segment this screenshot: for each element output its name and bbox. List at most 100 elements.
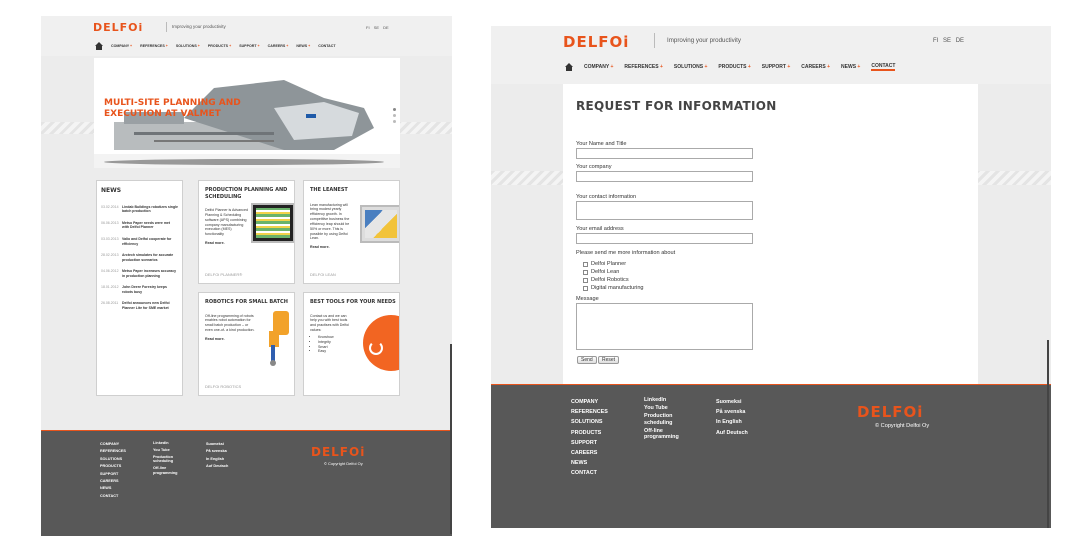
nav-references[interactable]: REFERENCES: [140, 44, 168, 48]
checkbox[interactable]: [583, 261, 588, 267]
footer-link[interactable]: You Tube: [153, 448, 183, 453]
news-item[interactable]: 03.03.2013 Valio and Delfoi cooperate for…: [101, 237, 178, 246]
news-title[interactable]: Metso Paper increases accuracy in produc…: [122, 269, 178, 278]
footer-link[interactable]: NEWS: [100, 485, 126, 492]
checkbox[interactable]: [583, 269, 588, 275]
news-item[interactable]: 28.02.2013 Arctech simulates for accurate…: [101, 253, 178, 262]
footer-link[interactable]: På svenska: [716, 407, 748, 417]
footer-link[interactable]: Off-line programming: [153, 466, 183, 476]
lang-se[interactable]: SE: [374, 25, 379, 30]
footer-link[interactable]: Auf Deutsch: [206, 463, 228, 470]
news-item[interactable]: 26.08.2011 Delfoi announces new Delfoi Pl…: [101, 301, 178, 310]
footer-link[interactable]: LinkedIn: [644, 397, 688, 403]
logo[interactable]: DELFOi: [93, 21, 143, 34]
email-input[interactable]: [576, 233, 753, 244]
news-title[interactable]: Arctech simulates for accurate productio…: [122, 253, 178, 262]
nav-products[interactable]: PRODUCTS: [208, 44, 231, 48]
reset-button[interactable]: Reset: [598, 356, 620, 364]
option-lean[interactable]: Delfoi Lean: [583, 269, 619, 275]
nav-careers[interactable]: CAREERS: [801, 64, 830, 70]
nav-company[interactable]: COMPANY: [584, 64, 613, 70]
message-textarea[interactable]: [576, 303, 753, 350]
nav-news[interactable]: NEWS: [296, 44, 310, 48]
footer-link[interactable]: PRODUCTS: [100, 463, 126, 470]
footer-link[interactable]: REFERENCES: [571, 407, 608, 417]
nav-news[interactable]: NEWS: [841, 64, 860, 70]
name-input[interactable]: [576, 148, 753, 159]
lang-de[interactable]: DE: [383, 25, 389, 30]
footer-link[interactable]: LinkedIn: [153, 441, 183, 446]
nav-contact[interactable]: CONTACT: [871, 63, 896, 71]
card-best-tools[interactable]: BEST TOOLS FOR YOUR NEEDS Contact us and…: [303, 292, 400, 396]
nav-solutions[interactable]: SOLUTIONS: [176, 44, 200, 48]
footer-link[interactable]: NEWS: [571, 458, 608, 468]
option-planner[interactable]: Delfoi Planner: [583, 261, 626, 267]
footer-link[interactable]: CONTACT: [571, 468, 608, 478]
footer-link[interactable]: In English: [206, 456, 228, 463]
footer-link[interactable]: Suomeksi: [206, 441, 228, 448]
checkbox[interactable]: [583, 285, 588, 291]
nav-support[interactable]: SUPPORT: [239, 44, 259, 48]
nav-careers[interactable]: CAREERS: [268, 44, 289, 48]
footer-link[interactable]: SOLUTIONS: [100, 456, 126, 463]
footer-link[interactable]: CAREERS: [571, 448, 608, 458]
nav-solutions[interactable]: SOLUTIONS: [674, 64, 707, 70]
footer-link[interactable]: Suomeksi: [716, 397, 748, 407]
option-digital-manufacturing[interactable]: Digital manufacturing: [583, 285, 644, 291]
scrollbar[interactable]: [1047, 340, 1049, 528]
nav-references[interactable]: REFERENCES: [624, 64, 663, 70]
news-item[interactable]: 18.01.2012 John Deere Forestry keeps robo…: [101, 285, 178, 294]
nav-contact[interactable]: CONTACT: [318, 44, 335, 48]
footer-link[interactable]: You Tube: [644, 405, 688, 411]
slider-dot[interactable]: [393, 114, 396, 117]
footer-link[interactable]: In English: [716, 417, 748, 427]
news-item[interactable]: 04.06.2012 Metso Paper increases accuracy…: [101, 269, 178, 278]
news-item[interactable]: 03.02.2014 Lindab Buildings robotizes sin…: [101, 205, 178, 214]
footer-link[interactable]: SUPPORT: [571, 438, 608, 448]
footer-link[interactable]: Auf Deutsch: [716, 428, 748, 438]
news-title[interactable]: Valio and Delfoi cooperate for efficienc…: [122, 237, 178, 246]
nav-support[interactable]: SUPPORT: [762, 64, 790, 70]
hero-slider[interactable]: MULTI-SITE PLANNING AND EXECUTION AT VAL…: [94, 58, 400, 168]
footer-link[interactable]: SOLUTIONS: [571, 417, 608, 427]
footer-link[interactable]: Production scheduling: [644, 413, 688, 425]
card-robotics[interactable]: ROBOTICS FOR SMALL BATCH Off-line progra…: [198, 292, 295, 396]
home-icon[interactable]: [95, 42, 103, 50]
footer-link[interactable]: CAREERS: [100, 478, 126, 485]
lang-de[interactable]: DE: [956, 38, 964, 44]
footer-link[interactable]: REFERENCES: [100, 448, 126, 455]
footer-link[interactable]: På svenska: [206, 448, 228, 455]
home-icon[interactable]: [565, 63, 573, 71]
footer-link[interactable]: COMPANY: [100, 441, 126, 448]
lang-se[interactable]: SE: [943, 38, 951, 44]
logo[interactable]: DELFOi: [563, 33, 629, 51]
slider-dot[interactable]: [393, 108, 396, 111]
option-robotics[interactable]: Delfoi Robotics: [583, 277, 629, 283]
footer-link[interactable]: COMPANY: [571, 397, 608, 407]
send-button[interactable]: Send: [577, 356, 597, 364]
checkbox[interactable]: [583, 277, 588, 283]
news-title[interactable]: Metso Paper needs were met with Delfoi P…: [122, 221, 178, 230]
lang-fi[interactable]: FI: [366, 25, 370, 30]
news-item[interactable]: 06.06.2013 Metso Paper needs were met wit…: [101, 221, 178, 230]
contact-page-screenshot: DELFOi Improving your productivity FI SE…: [491, 26, 1051, 528]
lang-fi[interactable]: FI: [933, 38, 938, 44]
company-input[interactable]: [576, 171, 753, 182]
news-title[interactable]: John Deere Forestry keeps robots busy: [122, 285, 178, 294]
news-title[interactable]: Lindab Buildings robotizes single batch …: [122, 205, 178, 214]
nav-company[interactable]: COMPANY: [111, 44, 132, 48]
footer-link[interactable]: PRODUCTS: [571, 428, 608, 438]
card-production-planning[interactable]: PRODUCTION PLANNING AND SCHEDULING Delfoi…: [198, 180, 295, 284]
footer-link[interactable]: Production scheduling: [153, 455, 183, 465]
slider-dot[interactable]: [393, 120, 396, 123]
news-title[interactable]: Delfoi announces new Delfoi Planner Lite…: [122, 301, 178, 310]
contact-textarea[interactable]: [576, 201, 753, 220]
scrollbar[interactable]: [450, 344, 452, 534]
tagline: Improving your productivity: [667, 37, 741, 44]
read-more-link[interactable]: Read more.: [310, 245, 393, 250]
nav-products[interactable]: PRODUCTS: [718, 64, 750, 70]
footer-link[interactable]: Off-line programming: [644, 428, 688, 440]
footer-link[interactable]: SUPPORT: [100, 471, 126, 478]
footer-link[interactable]: CONTACT: [100, 493, 126, 500]
card-leanest[interactable]: THE LEANEST Lean manufacturing will brin…: [303, 180, 400, 284]
